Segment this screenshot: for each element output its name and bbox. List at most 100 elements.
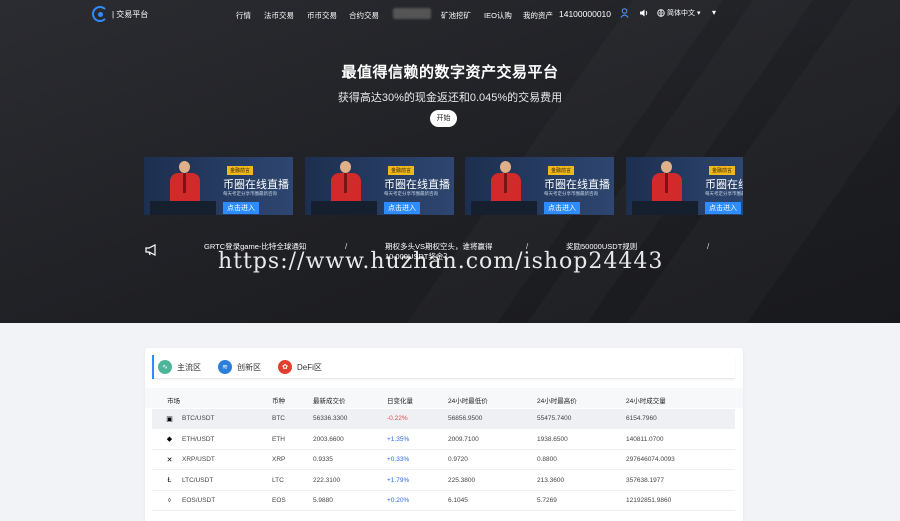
banner-tag: 金融前言 — [227, 166, 254, 175]
podium-image — [632, 201, 698, 215]
cell-price: 222.3100 — [313, 476, 341, 484]
hero-title: 最值得信赖的数字资产交易平台 — [341, 64, 559, 81]
cell-coin: BTC — [272, 415, 285, 422]
cell-price: 2003.6600 — [313, 435, 344, 443]
account-phone[interactable]: 14100000010 — [559, 9, 611, 19]
live-banner[interactable]: 金融前言币圈在线直播每天考定分享币圈最新咨询点击进入 — [465, 157, 614, 215]
banner-tag: 金融前言 — [388, 166, 415, 175]
nav-item-contract[interactable]: 合约交易 — [349, 10, 379, 21]
chevron-down-icon: ▾ — [697, 10, 701, 17]
tab-defi[interactable]: ✿ DeFi区 — [278, 360, 322, 374]
eos-icon: ⬨ — [167, 496, 172, 504]
start-button[interactable]: 开始 — [430, 110, 457, 127]
column-header[interactable]: 24小时成交量 — [626, 395, 666, 405]
live-banner[interactable]: 金融前言币圈在线直播每天考定分享币圈最新咨询点击进入 — [144, 157, 293, 215]
banner-title: 币圈在线直播 — [705, 179, 743, 191]
logo[interactable]: | 交易平台 — [92, 6, 148, 22]
banner-enter-button[interactable]: 点击进入 — [705, 202, 741, 214]
nav-item-mining[interactable]: 矿池挖矿 — [441, 10, 471, 21]
market-tabs: ∿ 主流区 ≋ 创新区 ✿ DeFi区 — [152, 355, 735, 379]
live-banner[interactable]: 金融前言币圈在线直播每天考定分享币圈最新咨询点击进入 — [305, 157, 454, 215]
hero-subtitle: 获得高达30%的现金返还和0.045%的交易费用 — [337, 92, 563, 104]
nav-item-spot[interactable]: 币币交易 — [307, 10, 337, 21]
cell-high: 1938.6500 — [537, 435, 568, 443]
wave-icon: ∿ — [158, 360, 172, 374]
cell-volume: 297646074.0093 — [626, 456, 675, 463]
banner-subtitle: 每天考定分享币圈最新咨询 — [705, 191, 743, 196]
table-row[interactable]: Ł LTC/USDT LTC 222.3100 +1.79% 225.3800 213.36… — [152, 471, 735, 491]
banner-subtitle: 每天考定分享币圈最新咨询 — [544, 191, 598, 196]
cell-high: 55475.7400 — [537, 415, 572, 422]
table-row[interactable]: ▣ BTC/USDT BTC 56336.3300 -0.22% 56856.9500 55… — [152, 409, 735, 429]
cell-volume: 12192851.9860 — [626, 497, 672, 504]
column-header[interactable]: 24小时最低价 — [448, 395, 488, 405]
eth-icon: ◆ — [166, 436, 173, 443]
cell-coin: XRP — [272, 456, 286, 463]
tab-main[interactable]: ∿ 主流区 — [158, 360, 201, 374]
nav-item-assets[interactable]: 我的资产 — [523, 10, 553, 21]
btc-icon: ▣ — [166, 415, 173, 423]
nav-item-market[interactable]: 行情 — [236, 10, 251, 21]
megaphone-icon — [145, 244, 159, 259]
banner-title: 币圈在线直播 — [223, 179, 289, 191]
table-row[interactable]: ✕ XRP/USDT XRP 0.9335 +0.33% 0.9720 0.8800 2976… — [152, 450, 735, 470]
ltc-icon: Ł — [167, 476, 172, 484]
banner-subtitle: 每天考定分享币圈最新咨询 — [223, 191, 277, 196]
layers-icon: ≋ — [218, 360, 232, 374]
market-panel: ∿ 主流区 ≋ 创新区 ✿ DeFi区 市场 币种 最新成交价 日变化量 24小… — [145, 348, 743, 521]
cell-pair: XRP/USDT — [182, 456, 215, 463]
cell-change: -0.22% — [387, 415, 408, 422]
cell-price: 56336.3300 — [313, 415, 348, 422]
active-tab-indicator — [152, 355, 154, 379]
market-table-header: 市场 币种 最新成交价 日变化量 24小时最低价 24小时最高价 24小时成交量 — [145, 388, 743, 408]
tab-label: DeFi区 — [297, 362, 322, 372]
table-row[interactable]: ⬨ EOS/USDT EOS 5.9880 +0.20% 6.1045 5.7269 1219… — [152, 491, 735, 511]
tab-innovation[interactable]: ≋ 创新区 — [218, 360, 261, 374]
chevron-down-icon[interactable]: ▾ — [712, 8, 716, 17]
cell-volume: 6154.7960 — [626, 415, 657, 422]
nav-item-fiat[interactable]: 法币交易 — [264, 10, 294, 21]
nav-item-hidden[interactable] — [393, 8, 431, 19]
cell-coin: EOS — [272, 497, 286, 504]
cell-price: 0.9335 — [313, 456, 333, 463]
tab-label: 主流区 — [177, 362, 201, 372]
notice-separator: / — [707, 242, 710, 251]
table-row[interactable]: ◆ ETH/USDT ETH 2003.6600 +1.35% 2009.7100 1938… — [152, 430, 735, 450]
globe-icon — [657, 9, 665, 17]
tab-label: 创新区 — [237, 362, 261, 372]
top-nav: | 交易平台 行情 法币交易 币币交易 合约交易 矿池挖矿 IEO认购 我的资产… — [0, 0, 900, 30]
cell-pair: ETH/USDT — [182, 435, 215, 443]
live-banner[interactable]: 金融前言币圈在线直播每天考定分享币圈最新咨询点击进入 — [626, 157, 743, 215]
cell-change: +0.33% — [387, 456, 410, 463]
logo-icon — [92, 6, 108, 22]
cell-low: 56856.9500 — [448, 415, 483, 422]
watermark: https://www.huzhan.com/ishop24443 — [218, 249, 664, 274]
banner-enter-button[interactable]: 点击进入 — [223, 202, 259, 214]
column-header[interactable]: 最新成交价 — [313, 395, 346, 405]
cell-coin: LTC — [272, 476, 284, 484]
column-header[interactable]: 币种 — [272, 395, 285, 405]
cell-pair: EOS/USDT — [182, 497, 216, 504]
defi-icon: ✿ — [278, 360, 292, 374]
column-header[interactable]: 24小时最高价 — [537, 395, 577, 405]
cell-low: 6.1045 — [448, 497, 468, 504]
volume-icon[interactable] — [639, 8, 649, 20]
cell-change: +1.35% — [387, 435, 410, 443]
language-label: 简体中文 — [667, 10, 695, 17]
cell-pair: LTC/USDT — [182, 476, 214, 484]
nav-item-ieo[interactable]: IEO认购 — [484, 10, 512, 21]
banner-title: 币圈在线直播 — [384, 179, 450, 191]
banner-title: 币圈在线直播 — [544, 179, 610, 191]
column-header[interactable]: 日变化量 — [387, 395, 413, 405]
user-icon[interactable] — [620, 8, 629, 20]
banner-enter-button[interactable]: 点击进入 — [384, 202, 420, 214]
cell-pair: BTC/USDT — [182, 415, 215, 422]
cell-low: 225.3800 — [448, 476, 476, 484]
column-header[interactable]: 市场 — [167, 395, 180, 405]
cell-change: +1.79% — [387, 476, 410, 484]
banner-enter-button[interactable]: 点击进入 — [544, 202, 580, 214]
banner-tag: 金融前言 — [548, 166, 575, 175]
language-selector[interactable]: 简体中文 ▾ — [657, 8, 701, 18]
cell-coin: ETH — [272, 435, 285, 443]
cell-low: 2009.7100 — [448, 435, 479, 443]
